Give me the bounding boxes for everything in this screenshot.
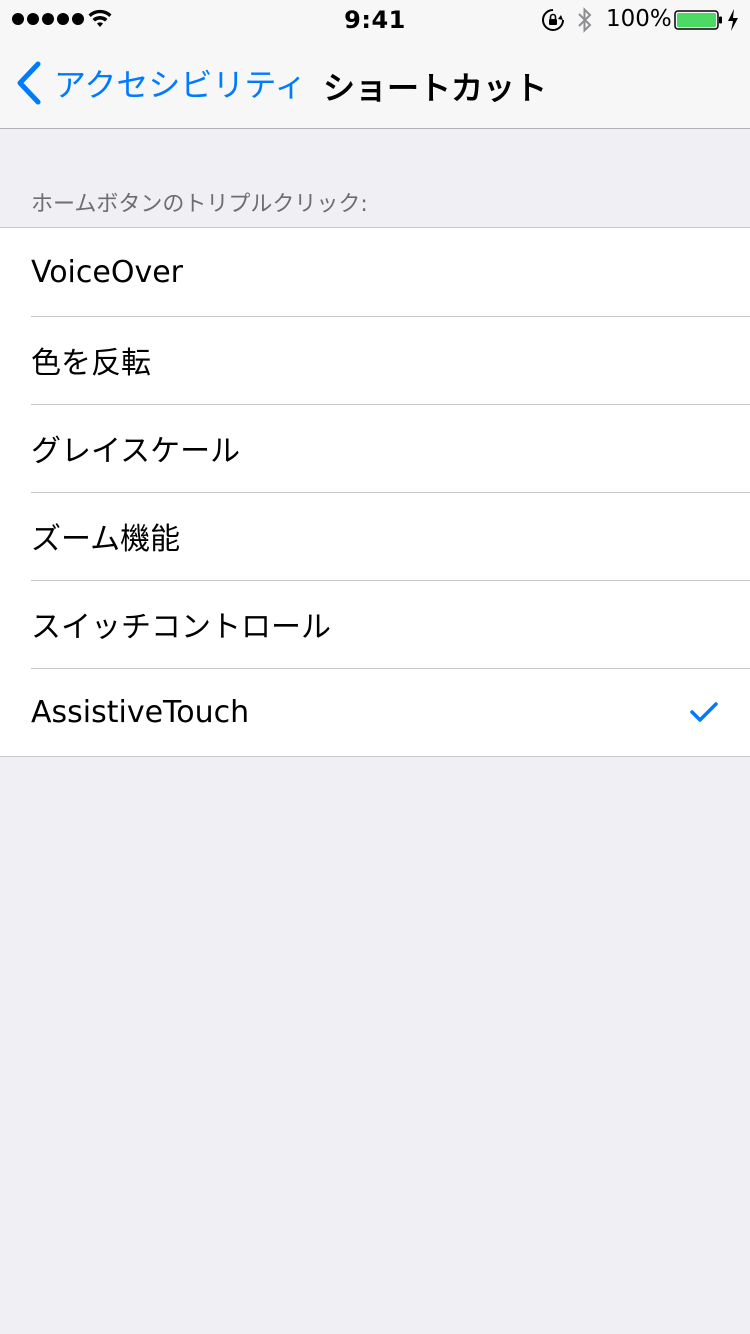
back-button[interactable]: アクセシビリティ (16, 60, 306, 106)
battery-icon (674, 10, 722, 30)
chevron-left-icon (17, 61, 41, 105)
battery-percent: 100% (606, 6, 672, 32)
option-label: グレイスケール (31, 434, 241, 469)
option-grayscale[interactable]: グレイスケール (0, 404, 750, 492)
option-assistivetouch[interactable]: AssistiveTouch (0, 668, 750, 756)
option-label: AssistiveTouch (31, 694, 250, 730)
option-label: 色を反転 (31, 346, 151, 381)
option-label: ズーム機能 (31, 522, 181, 557)
section-header: ホームボタンのトリプルクリック: (31, 192, 368, 217)
back-button-label: アクセシビリティ (54, 66, 307, 104)
option-invert-colors[interactable]: 色を反転 (0, 316, 750, 404)
option-voiceover[interactable]: VoiceOver (0, 228, 750, 316)
option-label: VoiceOver (31, 254, 183, 290)
charging-bolt-icon (728, 9, 738, 31)
option-label: スイッチコントロール (31, 610, 331, 645)
navigation-bar: アクセシビリティ ショートカット (0, 40, 750, 129)
option-zoom[interactable]: ズーム機能 (0, 492, 750, 580)
option-switch-control[interactable]: スイッチコントロール (0, 580, 750, 668)
checkmark-icon (690, 702, 718, 722)
shortcut-options-list: VoiceOver 色を反転 グレイスケール ズーム機能 スイッチコントロール … (0, 227, 750, 757)
rotation-lock-icon (542, 9, 564, 31)
status-bar: 9:41 100% (0, 0, 750, 40)
page-title: ショートカット (323, 69, 548, 107)
bluetooth-icon (578, 7, 592, 33)
